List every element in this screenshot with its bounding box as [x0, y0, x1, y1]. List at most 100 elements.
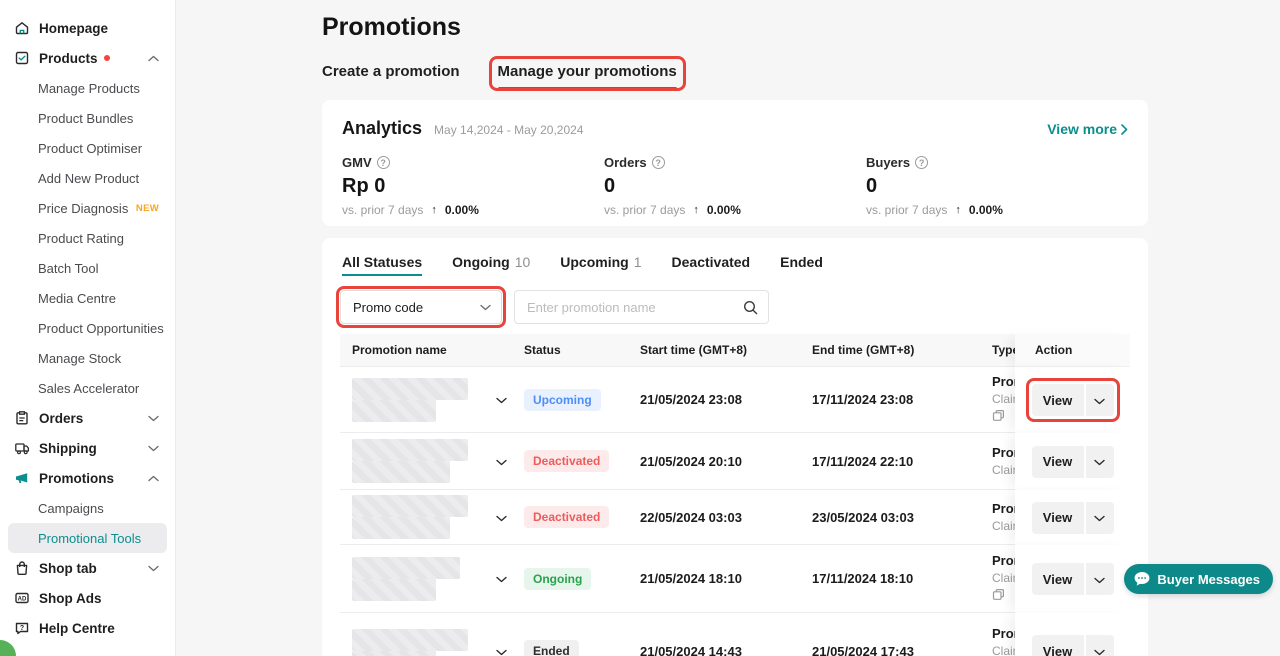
- promotion-type-dropdown[interactable]: Promo code: [340, 290, 502, 324]
- status-tab-label: Deactivated: [672, 254, 751, 270]
- table-row[interactable]: Upcoming 21/05/2024 23:08 17/11/2024 23:…: [340, 367, 1130, 433]
- search-icon[interactable]: [743, 300, 758, 315]
- copy-icon[interactable]: [992, 588, 1015, 604]
- sidebar-item-label: Campaigns: [38, 501, 104, 516]
- col-header-promotion-name: Promotion name: [340, 343, 486, 357]
- tab-label: Create a promotion: [322, 63, 460, 80]
- view-button[interactable]: View: [1032, 384, 1084, 416]
- sidebar-item-manage-stock[interactable]: Manage Stock: [0, 343, 175, 373]
- up-arrow-icon: ↑: [955, 204, 961, 216]
- promotions-icon: [14, 470, 30, 486]
- sidebar-item-help-centre[interactable]: ?Help Centre: [0, 613, 175, 643]
- sidebar-item-label: Products: [39, 51, 98, 66]
- status-badge: Ended: [524, 640, 579, 656]
- sidebar-item-add-new-product[interactable]: Add New Product: [0, 163, 175, 193]
- tab-create-a-promotion[interactable]: Create a promotion: [322, 63, 460, 90]
- sidebar-item-batch-tool[interactable]: Batch Tool: [0, 253, 175, 283]
- sidebar-item-label: Add New Product: [38, 171, 139, 186]
- sidebar-item-homepage[interactable]: Homepage: [0, 13, 175, 43]
- status-tab-all-statuses[interactable]: All Statuses: [342, 254, 422, 278]
- view-button[interactable]: View: [1032, 446, 1084, 478]
- table-row[interactable]: Ongoing 21/05/2024 18:10 17/11/2024 18:1…: [340, 545, 1130, 613]
- status-tab-count: 10: [515, 254, 531, 270]
- row-expand-chevron[interactable]: [486, 571, 516, 586]
- sidebar-item-price-diagnosis[interactable]: Price DiagnosisNEW: [0, 193, 175, 223]
- sidebar-item-product-rating[interactable]: Product Rating: [0, 223, 175, 253]
- row-expand-chevron[interactable]: [486, 392, 516, 407]
- chevron-down-icon: [496, 392, 507, 407]
- help-tooltip-icon[interactable]: ?: [377, 156, 390, 169]
- analytics-stats: GMV?Rp 0vs. prior 7 days↑0.00%Orders?0vs…: [342, 155, 1128, 217]
- type-label: Promo code: [992, 501, 1015, 516]
- sidebar-item-sales-accelerator[interactable]: Sales Accelerator: [0, 373, 175, 403]
- page: Homepage Products Manage ProductsProduct B…: [0, 0, 1280, 656]
- main-area: Promotions Create a promotionManage your…: [176, 0, 1280, 656]
- chevron-down-icon: [148, 565, 159, 572]
- sidebar-item-promotions[interactable]: Promotions: [0, 463, 175, 493]
- sidebar-item-promotional-tools[interactable]: Promotional Tools: [8, 523, 167, 553]
- tab-manage-your-promotions[interactable]: Manage your promotions: [498, 63, 677, 90]
- row-expand-chevron[interactable]: [486, 510, 516, 525]
- stat-label: GMV: [342, 155, 372, 170]
- stat-delta: 0.00%: [707, 203, 741, 217]
- chevron-down-icon: [148, 415, 159, 422]
- help-tooltip-icon[interactable]: ?: [652, 156, 665, 169]
- table-row[interactable]: Deactivated 22/05/2024 03:03 23/05/2024 …: [340, 490, 1130, 545]
- view-dropdown-button[interactable]: [1086, 384, 1114, 416]
- shop-ads-icon: AD: [14, 590, 30, 606]
- table-row[interactable]: Deactivated 21/05/2024 20:10 17/11/2024 …: [340, 433, 1130, 490]
- status-tab-ongoing[interactable]: Ongoing 10: [452, 254, 530, 278]
- status-tab-deactivated[interactable]: Deactivated: [672, 254, 751, 278]
- view-button[interactable]: View: [1032, 635, 1084, 656]
- orders-icon: [14, 410, 30, 426]
- chevron-down-icon: [1094, 454, 1105, 469]
- home-icon: [14, 20, 30, 36]
- sidebar-item-manage-products[interactable]: Manage Products: [0, 73, 175, 103]
- sidebar-item-shop-tab[interactable]: Shop tab: [0, 553, 175, 583]
- sidebar-item-products[interactable]: Products: [0, 43, 175, 73]
- status-badge: Upcoming: [524, 389, 601, 411]
- claim-code-label: Claim code: [992, 519, 1015, 533]
- promotion-search-input[interactable]: [527, 300, 743, 315]
- status-tab-ended[interactable]: Ended: [780, 254, 823, 278]
- row-expand-chevron[interactable]: [486, 454, 516, 469]
- view-dropdown-button[interactable]: [1086, 502, 1114, 534]
- chevron-down-icon: [496, 510, 507, 525]
- sidebar-item-product-bundles[interactable]: Product Bundles: [0, 103, 175, 133]
- sidebar-item-product-optimiser[interactable]: Product Optimiser: [0, 133, 175, 163]
- view-dropdown-button[interactable]: [1086, 446, 1114, 478]
- sidebar-item-label: Sales Accelerator: [38, 381, 139, 396]
- status-tab-upcoming[interactable]: Upcoming1: [560, 254, 641, 278]
- shop-tab-icon: [14, 560, 30, 576]
- view-button[interactable]: View: [1032, 563, 1084, 595]
- sidebar-item-shop-ads[interactable]: ADShop Ads: [0, 583, 175, 613]
- view-more-link[interactable]: View more: [1047, 121, 1128, 137]
- up-arrow-icon: ↑: [693, 204, 699, 216]
- sidebar-item-campaigns[interactable]: Campaigns: [0, 493, 175, 523]
- sidebar-item-orders[interactable]: Orders: [0, 403, 175, 433]
- sidebar-item-shipping[interactable]: Shipping: [0, 433, 175, 463]
- analytics-date-range: May 14,2024 - May 20,2024: [434, 123, 583, 137]
- status-tabs: All Statuses Ongoing 10 Upcoming1 Deactivate…: [340, 254, 1130, 278]
- table-row[interactable]: Ended 21/05/2024 14:43 21/05/2024 17:43 …: [340, 613, 1130, 656]
- status-badge: Deactivated: [524, 506, 609, 528]
- action-cell: View: [1015, 367, 1130, 433]
- buyer-messages-button[interactable]: Buyer Messages: [1124, 564, 1273, 594]
- sidebar-item-label: Orders: [39, 411, 83, 426]
- sidebar: Homepage Products Manage ProductsProduct B…: [0, 0, 176, 656]
- row-expand-chevron[interactable]: [486, 644, 516, 656]
- view-button[interactable]: View: [1032, 502, 1084, 534]
- sidebar-item-media-centre[interactable]: Media Centre: [0, 283, 175, 313]
- view-dropdown-button[interactable]: [1086, 563, 1114, 595]
- help-centre-icon: ?: [14, 620, 30, 636]
- type-label: Promo code: [992, 553, 1015, 568]
- sidebar-item-product-opportunities[interactable]: Product Opportunities: [0, 313, 175, 343]
- promotions-table: Promotion name Status Start time (GMT+8)…: [340, 334, 1130, 656]
- sidebar-item-label: Product Rating: [38, 231, 124, 246]
- copy-icon[interactable]: [992, 409, 1015, 425]
- view-dropdown-button[interactable]: [1086, 635, 1114, 656]
- help-tooltip-icon[interactable]: ?: [915, 156, 928, 169]
- chevron-down-icon: [496, 454, 507, 469]
- col-header-status: Status: [516, 343, 632, 357]
- status-tab-label: Ongoing: [452, 254, 510, 270]
